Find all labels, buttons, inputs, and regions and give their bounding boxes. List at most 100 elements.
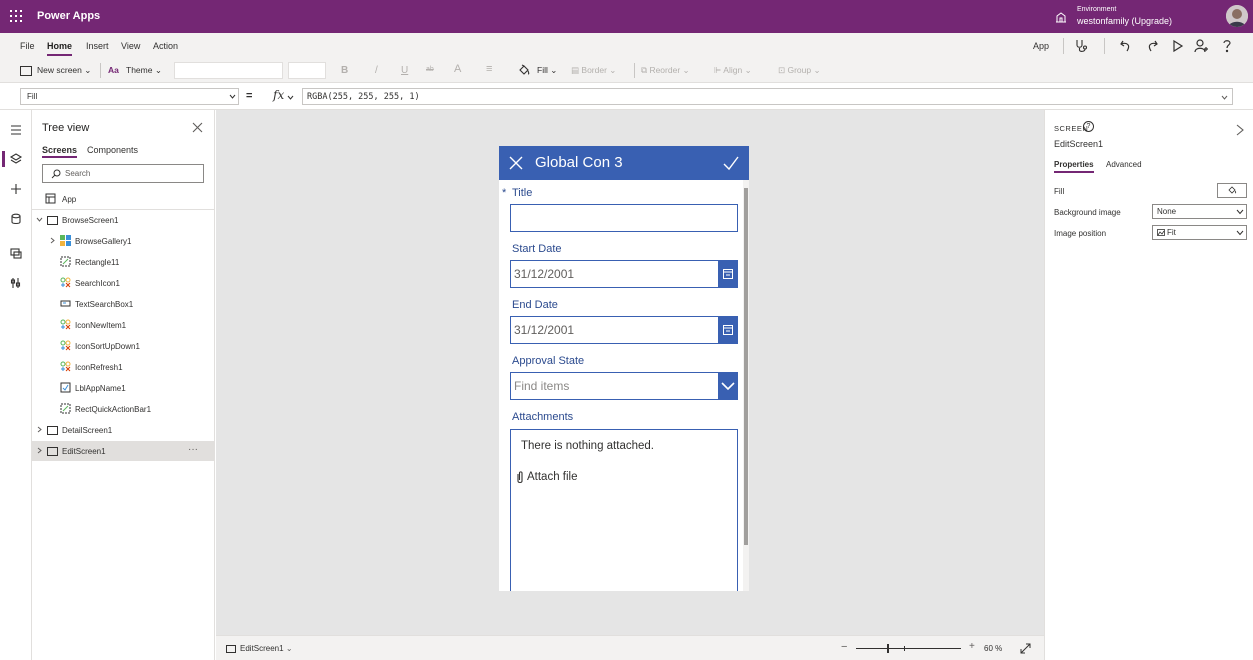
tree-search-input[interactable]: Search (42, 164, 204, 183)
properties-panel: SCREEN ? EditScreen1 Properties Advanced… (1044, 110, 1253, 660)
menu-home[interactable]: Home (47, 41, 73, 56)
border-button[interactable]: ▤ Border ⌄ (571, 65, 616, 76)
chevron-down-icon[interactable] (36, 216, 43, 223)
tree-item-iconsortupdown1[interactable]: IconSortUpDown1 (32, 336, 215, 356)
tab-properties[interactable]: Properties (1054, 160, 1094, 173)
property-select[interactable]: Fill (20, 88, 239, 105)
equals-sign: = (246, 90, 253, 102)
tree-item-editscreen1[interactable]: EditScreen1 ··· (32, 441, 215, 461)
screen-selector[interactable]: EditScreen1 ⌄ (226, 644, 293, 653)
hamburger-icon[interactable] (8, 122, 24, 138)
chevron-down-icon[interactable] (287, 94, 294, 101)
menu-file[interactable]: File (20, 41, 35, 51)
app-name[interactable]: Power Apps (37, 10, 100, 22)
undo-icon[interactable] (1118, 38, 1134, 54)
fx-button[interactable]: fx (273, 88, 284, 102)
tree-view-icon[interactable] (8, 151, 24, 167)
app-checker-icon[interactable] (1073, 38, 1089, 54)
tree-item-rectangle11[interactable]: Rectangle11 (32, 252, 215, 272)
insert-icon[interactable] (8, 181, 24, 197)
left-rail (0, 110, 32, 660)
ribbon: New screen ⌄ Aa Theme ⌄ B / U ab A ≡ Fil… (0, 59, 1253, 83)
close-icon[interactable] (509, 156, 523, 170)
tree-item-iconrefresh1[interactable]: IconRefresh1 (32, 357, 215, 377)
font-color-button[interactable]: A (454, 63, 461, 75)
tree-item-rectquickactionbar1[interactable]: RectQuickActionBar1 (32, 399, 215, 419)
share-icon[interactable] (1193, 38, 1209, 54)
advanced-tools-icon[interactable] (8, 275, 24, 291)
end-date-picker[interactable]: 31/12/2001 (510, 316, 738, 344)
tree-item-searchicon1[interactable]: SearchIcon1 (32, 273, 215, 293)
scrollbar-thumb[interactable] (744, 188, 748, 545)
chevron-right-icon[interactable] (36, 426, 43, 433)
fill-color-picker[interactable] (1217, 183, 1247, 198)
control-name[interactable]: EditScreen1 (1054, 139, 1103, 149)
tree-item-iconnewitem1[interactable]: IconNewItem1 (32, 315, 215, 335)
attach-file-link[interactable]: Attach file (527, 471, 578, 483)
align-button[interactable]: ⊫ Align ⌄ (714, 65, 752, 76)
redo-icon[interactable] (1144, 38, 1160, 54)
avatar[interactable] (1226, 5, 1248, 27)
environment-value[interactable]: westonfamily (Upgrade) (1077, 16, 1172, 26)
tab-screens[interactable]: Screens (42, 145, 78, 158)
app-checker-label[interactable]: App (1033, 41, 1049, 51)
media-icon[interactable] (8, 245, 24, 261)
text-align-button[interactable]: ≡ (486, 63, 492, 75)
chevron-down-icon[interactable] (718, 372, 738, 400)
tree-item-lblappname1[interactable]: LblAppName1 (32, 378, 215, 398)
approval-state-combobox[interactable]: Find items (510, 372, 738, 400)
menu-insert[interactable]: Insert (86, 41, 109, 51)
design-canvas[interactable]: Global Con 3 * Title Start Date 31/12/20… (216, 110, 1044, 635)
background-image-select[interactable]: None (1152, 204, 1247, 219)
zoom-slider-thumb[interactable] (887, 644, 889, 653)
data-icon[interactable] (8, 211, 24, 227)
title-input[interactable] (510, 204, 738, 232)
tree-item-textsearchbox1[interactable]: TextSearchBox1 (32, 294, 215, 314)
more-options-button[interactable]: ··· (188, 444, 198, 455)
font-family-select[interactable] (174, 62, 283, 79)
new-screen-button[interactable]: New screen ⌄ (37, 65, 91, 76)
environment-icon[interactable] (1054, 10, 1068, 24)
tab-advanced[interactable]: Advanced (1106, 160, 1142, 169)
close-icon[interactable] (192, 122, 203, 133)
italic-button[interactable]: / (375, 65, 378, 76)
play-icon[interactable] (1170, 38, 1186, 54)
checkmark-icon[interactable] (723, 155, 739, 171)
formula-input[interactable]: RGBA(255, 255, 255, 1) (302, 88, 1233, 105)
image-position-select[interactable]: Fit (1152, 225, 1247, 240)
menu-action[interactable]: Action (153, 41, 178, 51)
app-screen-preview[interactable]: Global Con 3 * Title Start Date 31/12/20… (499, 146, 749, 591)
help-icon[interactable]: ? (1083, 121, 1094, 132)
zoom-in-button[interactable]: + (969, 641, 975, 652)
start-date-picker[interactable]: 31/12/2001 (510, 260, 738, 288)
tree-item-browsegallery1[interactable]: BrowseGallery1 (32, 231, 215, 251)
font-size-select[interactable] (288, 62, 326, 79)
expand-formula-icon[interactable] (1221, 94, 1228, 101)
tree-item-app[interactable]: App (32, 189, 215, 209)
app-launcher-icon[interactable] (10, 10, 22, 22)
group-button[interactable]: ⊡ Group ⌄ (778, 65, 821, 76)
fill-button[interactable]: Fill ⌄ (537, 65, 557, 76)
menu-view[interactable]: View (121, 41, 140, 51)
attachments-control[interactable]: There is nothing attached. Attach file (510, 429, 738, 591)
help-icon[interactable] (1219, 38, 1235, 54)
fit-to-window-icon[interactable] (1020, 643, 1031, 654)
zoom-out-button[interactable]: − (841, 641, 847, 653)
underline-button[interactable]: U (401, 65, 408, 76)
chevron-right-icon[interactable] (36, 447, 43, 454)
bold-button[interactable]: B (341, 65, 348, 76)
reorder-button[interactable]: ⧉ Reorder ⌄ (641, 65, 690, 76)
tab-components[interactable]: Components (87, 145, 138, 155)
calendar-icon[interactable] (718, 260, 738, 288)
chevron-right-icon[interactable] (49, 237, 56, 244)
new-screen-label: New screen (37, 65, 82, 75)
chevron-right-icon[interactable] (1236, 124, 1244, 136)
theme-button[interactable]: Theme ⌄ (126, 65, 162, 76)
calendar-icon[interactable] (718, 316, 738, 344)
zoom-slider[interactable] (856, 648, 961, 649)
strikethrough-button[interactable]: ab (426, 66, 434, 73)
tree-item-browsescreen1[interactable]: BrowseScreen1 (32, 210, 215, 230)
divider (1063, 38, 1064, 54)
search-icon (51, 169, 61, 179)
tree-item-detailscreen1[interactable]: DetailScreen1 (32, 420, 215, 440)
